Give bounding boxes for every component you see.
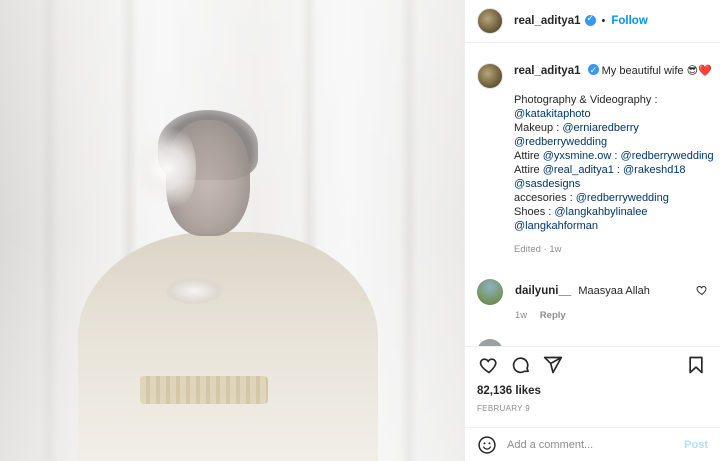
mention-link[interactable]: @redberrywedding bbox=[576, 192, 669, 204]
mention-link[interactable]: @real_aditya1 bbox=[543, 164, 614, 176]
save-button[interactable] bbox=[684, 353, 708, 377]
post-viewer: real_aditya1 • Follow real_aditya1 My be… bbox=[0, 0, 720, 461]
post-button[interactable]: Post bbox=[684, 439, 708, 451]
post-photo[interactable] bbox=[0, 0, 464, 461]
caption-line: @langkahforman bbox=[514, 219, 714, 233]
caption-line: Attire @yxsmine.ow : @redberrywedding bbox=[514, 149, 714, 163]
caption-text: My beautiful wife 😎❤️ bbox=[601, 64, 712, 77]
caption-text-part: Shoes : bbox=[514, 205, 555, 218]
header-username[interactable]: real_aditya1 bbox=[514, 15, 581, 27]
follow-button[interactable]: Follow bbox=[611, 15, 647, 27]
comment-text: Maasyaa Allah bbox=[578, 284, 650, 297]
mention-link[interactable]: @redberrywedding bbox=[514, 136, 607, 148]
caption-line: @sasdesigns bbox=[514, 177, 714, 191]
comment-username[interactable]: dailyuni__ bbox=[515, 285, 571, 297]
caption-text-part: : bbox=[613, 163, 624, 176]
verified-badge-icon bbox=[584, 13, 596, 27]
post-date[interactable]: FEBRUARY 9 bbox=[465, 397, 720, 413]
action-bar bbox=[465, 345, 720, 383]
separator-dot: • bbox=[601, 14, 606, 27]
caption-text-part: Attire bbox=[514, 163, 543, 176]
caption-line: Makeup : @erniaredberry bbox=[514, 121, 714, 135]
comment-input[interactable] bbox=[507, 438, 685, 451]
mention-link[interactable]: @yxsmine.ow bbox=[543, 150, 612, 162]
post-header: real_aditya1 • Follow bbox=[465, 0, 720, 43]
verified-badge-icon bbox=[587, 62, 599, 78]
add-comment-bar: Post bbox=[465, 427, 720, 461]
caption-text-part: accesories : bbox=[514, 191, 576, 204]
caption-text-part: : bbox=[611, 149, 621, 162]
emoji-icon[interactable] bbox=[477, 435, 497, 455]
likes-count[interactable]: 82,136 likes bbox=[465, 382, 720, 397]
caption-line: Attire @real_aditya1 : @rakeshd18 bbox=[514, 163, 714, 177]
comment-icon bbox=[512, 356, 529, 373]
avatar[interactable] bbox=[477, 62, 503, 89]
caption-text-part: Attire bbox=[514, 149, 543, 162]
caption-body: real_aditya1 My beautiful wife 😎❤️ Photo… bbox=[514, 62, 714, 257]
edited-timestamp: Edited · 1w bbox=[514, 243, 562, 255]
mention-link[interactable]: @sasdesigns bbox=[514, 178, 580, 190]
avatar[interactable] bbox=[477, 278, 503, 305]
mention-link[interactable]: @rakeshd18 bbox=[623, 164, 686, 176]
caption-line: accesories : @redberrywedding bbox=[514, 191, 714, 205]
mention-link[interactable]: @redberrywedding bbox=[621, 150, 714, 162]
mention-link[interactable]: @katakitaphoto bbox=[514, 108, 591, 120]
comments-area[interactable]: real_aditya1 My beautiful wife 😎❤️ Photo… bbox=[465, 43, 720, 346]
comment-button[interactable] bbox=[509, 353, 533, 377]
comment-item-partial bbox=[477, 338, 708, 346]
comment-time[interactable]: 1w bbox=[515, 310, 527, 321]
bookmark-icon bbox=[689, 356, 703, 373]
avatar[interactable] bbox=[477, 338, 503, 346]
share-icon bbox=[543, 356, 563, 373]
heart-icon bbox=[479, 357, 497, 374]
caption-text-part: Makeup : bbox=[514, 121, 563, 134]
caption-line: @katakitaphoto bbox=[514, 107, 714, 121]
share-button[interactable] bbox=[541, 353, 565, 377]
post-side-panel: real_aditya1 • Follow real_aditya1 My be… bbox=[464, 0, 720, 461]
caption: real_aditya1 My beautiful wife 😎❤️ Photo… bbox=[477, 62, 714, 257]
caption-username[interactable]: real_aditya1 bbox=[514, 65, 581, 77]
caption-line: Shoes : @langkahbylinalee bbox=[514, 205, 714, 219]
mention-link[interactable]: @erniaredberry bbox=[562, 122, 639, 134]
like-comment-heart-icon[interactable] bbox=[696, 284, 708, 296]
comment-item: dailyuni__ Maasyaa Allah 1w Reply bbox=[477, 278, 708, 321]
caption-credits: Photography & Videography : @katakitaphot… bbox=[514, 93, 714, 233]
caption-line: @redberrywedding bbox=[514, 135, 714, 149]
mention-link[interactable]: @langkahforman bbox=[514, 220, 598, 232]
caption-text-part: Photography & Videography : bbox=[514, 93, 658, 106]
mention-link[interactable]: @langkahbylinalee bbox=[554, 206, 647, 218]
like-button[interactable] bbox=[477, 353, 501, 377]
caption-line: Photography & Videography : bbox=[514, 93, 714, 107]
avatar[interactable] bbox=[477, 7, 503, 34]
reply-button[interactable]: Reply bbox=[540, 310, 566, 321]
veil-overlay bbox=[0, 0, 464, 461]
